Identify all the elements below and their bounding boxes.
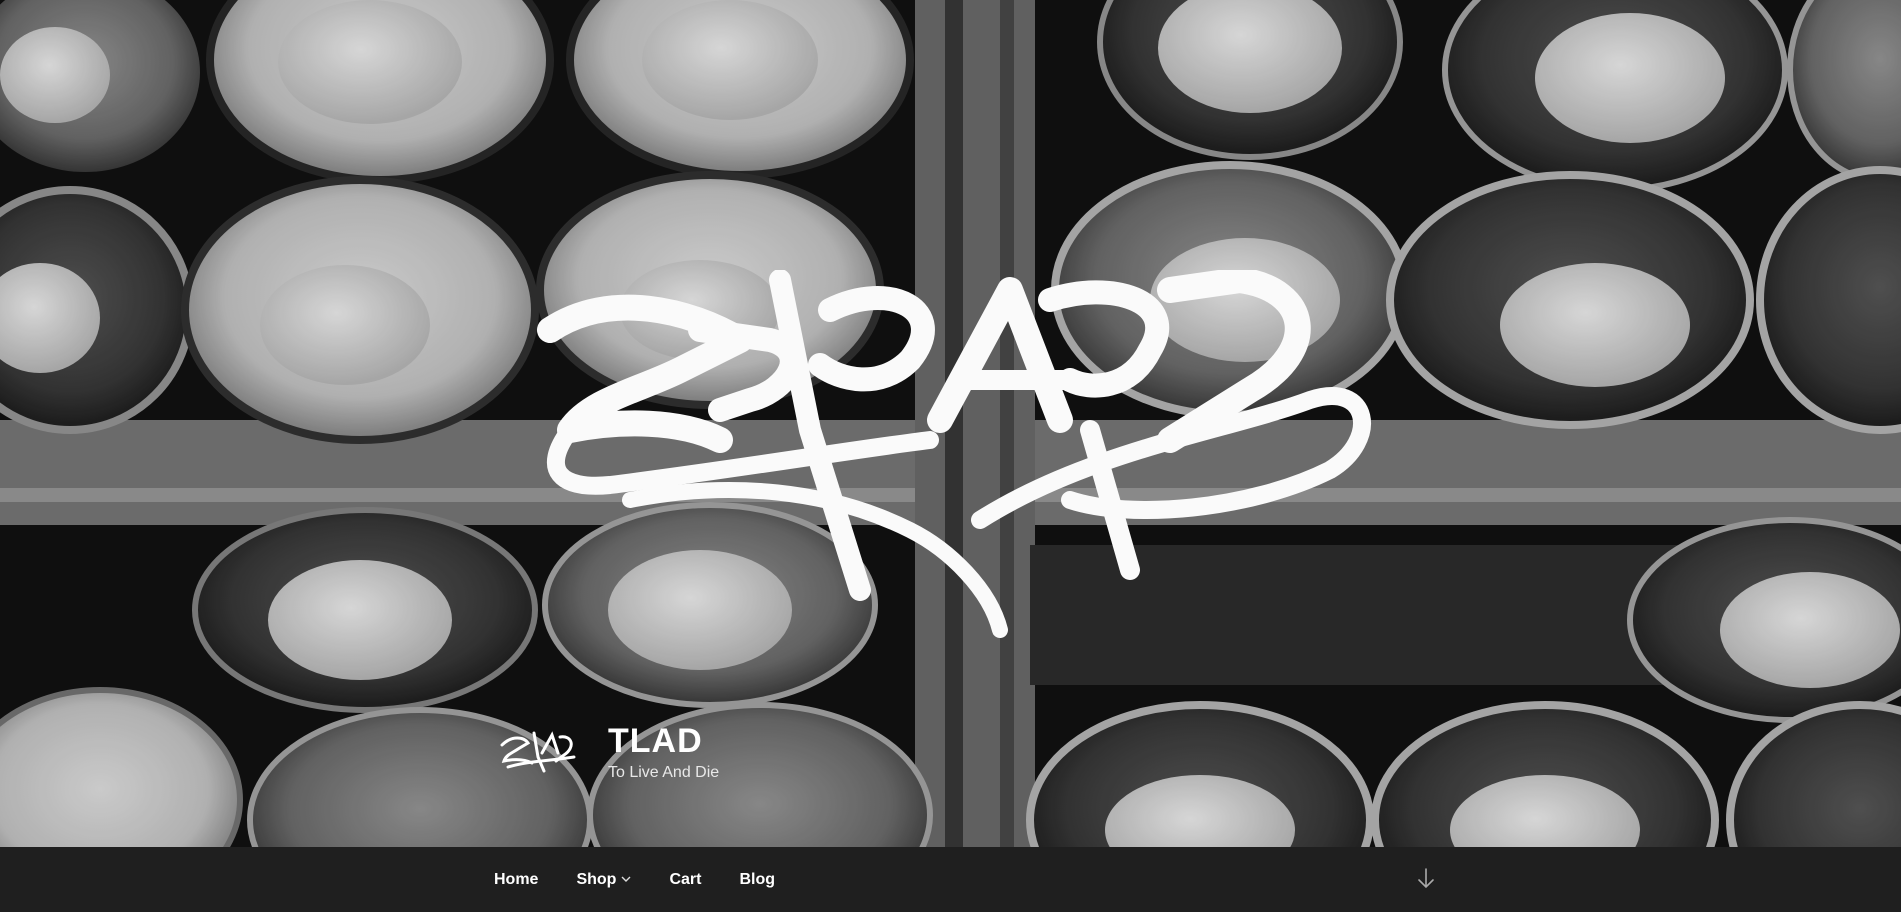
nav-item-home[interactable]: Home	[494, 871, 538, 889]
site-description: To Live And Die	[608, 764, 720, 781]
site-logo-icon[interactable]	[498, 727, 578, 777]
site-title[interactable]: TLAD	[608, 722, 719, 760]
nav-item-label: Cart	[669, 870, 702, 888]
nav-item-shop[interactable]: Shop	[576, 871, 631, 889]
site-branding[interactable]: TLAD To Live And Die	[498, 722, 719, 782]
hero-banner: TLAD To Live And Die	[0, 0, 1901, 847]
nav-item-blog[interactable]: Blog	[739, 871, 775, 889]
nav-item-label: Blog	[739, 870, 776, 888]
nav-item-label: Shop	[576, 870, 617, 888]
nav-item-label: Home	[494, 870, 539, 888]
chevron-down-icon[interactable]	[621, 874, 631, 886]
main-navigation-bar: Home Shop Cart Blog	[0, 847, 1901, 912]
nav-item-cart[interactable]: Cart	[669, 871, 701, 889]
primary-menu: Home Shop Cart Blog	[494, 847, 813, 912]
graffiti-tag-logo	[537, 270, 1371, 638]
arrow-down-icon[interactable]	[1416, 867, 1436, 891]
